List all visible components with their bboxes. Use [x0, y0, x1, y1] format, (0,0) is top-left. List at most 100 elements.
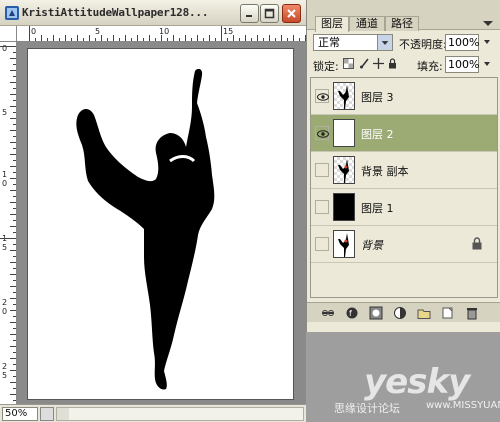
- image-canvas[interactable]: [27, 48, 294, 400]
- ruler-tick: [10, 178, 16, 179]
- ruler-tick: [287, 38, 288, 41]
- layer-visibility-toggle[interactable]: [315, 126, 329, 140]
- lock-all-icon[interactable]: [387, 58, 398, 69]
- layer-visibility-toggle[interactable]: [315, 163, 329, 177]
- maximize-button[interactable]: [260, 4, 279, 23]
- ruler-tick: [13, 76, 16, 77]
- lock-move-icon[interactable]: [373, 58, 384, 69]
- fill-slider-icon[interactable]: [481, 58, 493, 71]
- ruler-tick: [13, 124, 16, 125]
- ruler-tick: [155, 38, 156, 41]
- new-layer-icon[interactable]: [441, 306, 455, 320]
- canvas-area[interactable]: [17, 42, 306, 404]
- layer-thumbnail: [333, 193, 355, 221]
- layers-panel-footer: f: [307, 302, 500, 322]
- ruler-tick: [10, 358, 16, 359]
- lock-transparent-icon[interactable]: [343, 58, 354, 69]
- layer-row-selected[interactable]: 图层 2: [311, 115, 497, 152]
- ruler-tick: [10, 118, 16, 119]
- layer-thumbnail: [333, 230, 355, 258]
- ruler-tick: [13, 148, 16, 149]
- ruler-label: 1 5: [2, 234, 8, 252]
- horizontal-ruler[interactable]: 0 5 10 15: [17, 26, 306, 42]
- layer-row[interactable]: 背景: [311, 226, 497, 263]
- ruler-tick: [161, 35, 162, 41]
- link-layers-icon[interactable]: [321, 306, 335, 320]
- ruler-tick: [143, 38, 144, 41]
- new-group-icon[interactable]: [417, 306, 431, 320]
- ruler-tick: [10, 298, 16, 299]
- ruler-tick: [13, 328, 16, 329]
- ruler-tick: [209, 35, 210, 41]
- horizontal-scrollbar[interactable]: [56, 407, 304, 421]
- ruler-tick: [10, 142, 16, 143]
- ruler-tick: [13, 280, 16, 281]
- layer-visibility-toggle[interactable]: [315, 200, 329, 214]
- tab-channels[interactable]: 通道: [349, 16, 385, 31]
- ruler-tick: [10, 322, 16, 323]
- tab-layers[interactable]: 图层: [315, 16, 349, 32]
- layer-visibility-toggle[interactable]: [315, 89, 329, 103]
- ruler-tick: [13, 232, 16, 233]
- layer-name: 图层 2: [361, 128, 394, 141]
- ruler-tick: [0, 238, 16, 239]
- dancer-thumbnail-icon: [338, 159, 349, 183]
- ruler-tick: [13, 352, 16, 353]
- ruler-tick: [10, 226, 16, 227]
- panel-tab-bar: 图层 通道 路径: [307, 16, 500, 32]
- ruler-origin[interactable]: [0, 26, 17, 42]
- ruler-tick: [41, 35, 42, 41]
- scroll-left-arrow[interactable]: [57, 408, 69, 420]
- panel-menu-icon[interactable]: [481, 18, 495, 29]
- watermark-text: 思缘设计论坛: [334, 402, 400, 415]
- layer-thumbnail: [333, 82, 355, 110]
- lock-brush-icon[interactable]: [359, 58, 370, 69]
- adjustment-layer-icon[interactable]: [393, 306, 407, 320]
- ruler-tick: [10, 70, 16, 71]
- delete-layer-icon[interactable]: [465, 306, 479, 320]
- ruler-tick: [10, 346, 16, 347]
- ruler-tick: [10, 382, 16, 383]
- ruler-tick: [35, 38, 36, 41]
- minimize-icon: [246, 15, 252, 17]
- ruler-tick: [10, 154, 16, 155]
- ruler-label: 15: [223, 27, 234, 36]
- tab-paths[interactable]: 路径: [385, 16, 419, 31]
- opacity-label: 不透明度:: [399, 38, 447, 51]
- ruler-tick: [13, 364, 16, 365]
- document-status-bar: 50%: [0, 404, 306, 422]
- document-titlebar[interactable]: KristiAttitudeWallpaper128...: [0, 0, 306, 26]
- opacity-slider-icon[interactable]: [481, 36, 493, 49]
- panel-gripper[interactable]: [307, 0, 500, 16]
- ruler-tick: [251, 38, 252, 41]
- layer-mask-icon[interactable]: [369, 306, 383, 320]
- vertical-ruler[interactable]: 0 5 1 0 1 5 2 0 2 5: [0, 42, 17, 404]
- layer-name: 图层 1: [361, 202, 394, 215]
- layer-row[interactable]: 图层 3: [311, 78, 497, 115]
- status-info-button[interactable]: [40, 407, 54, 421]
- ruler-tick: [191, 38, 192, 41]
- chevron-down-icon[interactable]: [377, 35, 392, 50]
- fill-label: 填充:: [417, 60, 443, 73]
- ruler-tick: [95, 38, 96, 41]
- layer-row[interactable]: 图层 1: [311, 189, 497, 226]
- minimize-button[interactable]: [240, 4, 259, 23]
- layer-visibility-toggle[interactable]: [315, 237, 329, 251]
- ruler-tick: [47, 38, 48, 41]
- document-title: KristiAttitudeWallpaper128...: [22, 6, 209, 19]
- layer-style-icon[interactable]: f: [345, 306, 359, 320]
- ruler-tick: [10, 58, 16, 59]
- fill-field[interactable]: 100%: [445, 56, 479, 73]
- ruler-tick: [203, 38, 204, 41]
- zoom-field[interactable]: 50%: [2, 407, 38, 421]
- ruler-tick: [13, 220, 16, 221]
- ruler-tick: [89, 35, 90, 41]
- close-button[interactable]: [282, 4, 301, 23]
- ruler-tick: [13, 388, 16, 389]
- ruler-tick: [263, 38, 264, 41]
- ruler-tick: [53, 35, 54, 41]
- layer-row[interactable]: 背景 副本: [311, 152, 497, 189]
- watermark-url: www.MISSYUAN.COM: [426, 400, 500, 411]
- opacity-field[interactable]: 100%: [445, 34, 479, 51]
- ruler-tick: [197, 35, 198, 41]
